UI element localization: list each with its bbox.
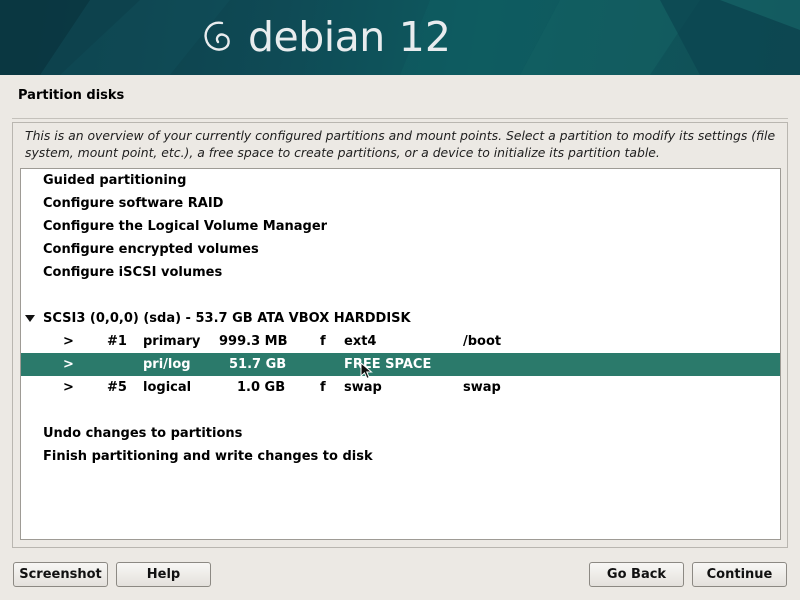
go-back-button[interactable]: Go Back [589,562,684,587]
menu-item-label: Configure software RAID [43,196,224,211]
menu-item-lvm[interactable]: Configure the Logical Volume Manager [21,215,780,238]
partition-row-selected[interactable]: > pri/log 51.7 GB FREE SPACE [21,353,780,376]
partition-fs: ext4 [344,334,377,349]
banner: debian 12 [0,0,800,75]
partition-arrow: > [63,380,74,395]
partition-type: primary [143,334,201,349]
title-divider [12,118,788,119]
partition-row[interactable]: > #5 logical 1.0 GB f swap swap [21,376,780,399]
menu-item-label: Guided partitioning [43,173,187,188]
page-title: Partition disks [18,88,125,103]
debian-logo: debian 12 [200,12,451,62]
menu-item-label: Finish partitioning and write changes to… [43,449,373,464]
partition-size: 51.7 GB [229,357,287,372]
disk-label: SCSI3 (0,0,0) (sda) - 53.7 GB ATA VBOX H… [43,311,411,326]
partition-fs: FREE SPACE [344,357,432,372]
menu-item-raid[interactable]: Configure software RAID [21,192,780,215]
screenshot-button[interactable]: Screenshot [13,562,108,587]
menu-item-guided[interactable]: Guided partitioning [21,169,780,192]
mouse-pointer-icon [360,362,373,380]
partition-flag: f [320,334,326,349]
partition-flag: f [320,380,326,395]
partition-size: 1.0 GB [237,380,286,395]
partition-list[interactable]: Guided partitioning Configure software R… [20,168,781,540]
brand-version: 12 [398,13,451,61]
brand-name: debian [248,13,385,61]
continue-button[interactable]: Continue [692,562,787,587]
partition-arrow: > [63,334,74,349]
partition-number: #5 [107,380,127,395]
debian-swirl-icon [204,21,230,51]
menu-item-label: Configure the Logical Volume Manager [43,219,328,234]
partition-type: pri/log [143,357,191,372]
menu-item-finish[interactable]: Finish partitioning and write changes to… [21,445,780,468]
disk-row[interactable]: SCSI3 (0,0,0) (sda) - 53.7 GB ATA VBOX H… [21,307,780,330]
menu-item-undo[interactable]: Undo changes to partitions [21,422,780,445]
menu-item-iscsi[interactable]: Configure iSCSI volumes [21,261,780,284]
menu-item-encrypted[interactable]: Configure encrypted volumes [21,238,780,261]
partition-mount: swap [463,380,501,395]
partition-type: logical [143,380,192,395]
menu-item-label: Undo changes to partitions [43,426,243,441]
menu-item-label: Configure encrypted volumes [43,242,259,257]
description-text: This is an overview of your currently co… [25,128,776,160]
help-button[interactable]: Help [116,562,211,587]
expand-triangle-icon[interactable] [25,315,35,322]
partition-mount: /boot [463,334,502,349]
partition-row[interactable]: > #1 primary 999.3 MB f ext4 /boot [21,330,780,353]
partition-size: 999.3 MB [219,334,288,349]
menu-item-label: Configure iSCSI volumes [43,265,223,280]
partition-number: #1 [107,334,127,349]
partition-arrow: > [63,357,74,372]
